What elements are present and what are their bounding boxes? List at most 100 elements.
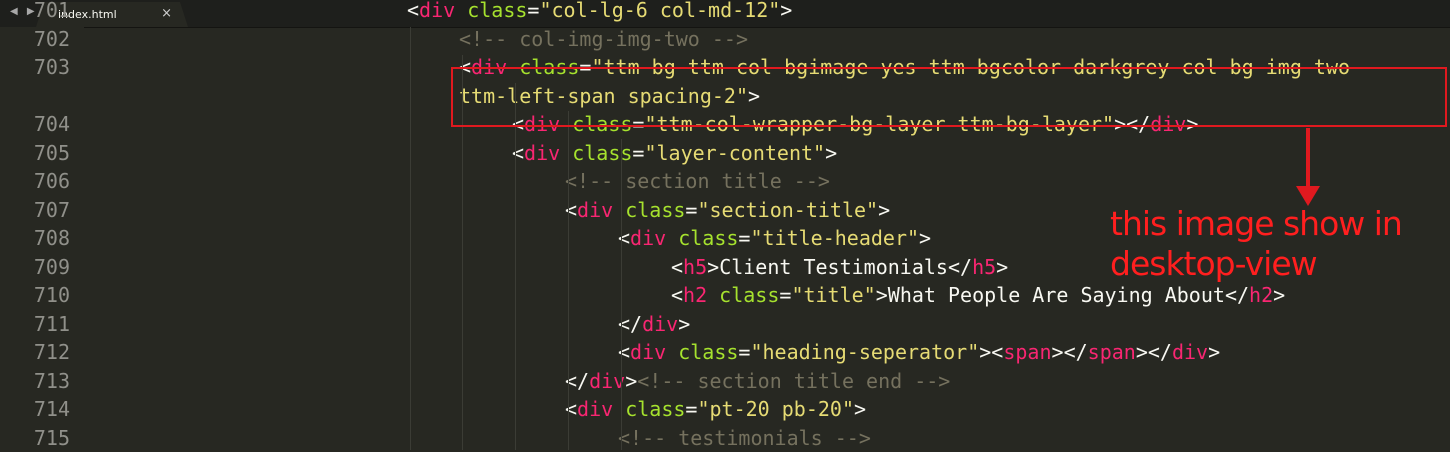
close-icon[interactable]: × (161, 6, 172, 21)
arrow-shaft (1306, 128, 1310, 190)
line-number: 707 (33, 197, 70, 222)
line-number: 702 (33, 26, 70, 51)
code-token: = (685, 197, 698, 222)
code-token: class (707, 283, 780, 307)
code-token: > (1208, 340, 1221, 364)
code-token: "pt-20 pb-20" (697, 397, 855, 421)
code-line: <h2 class="title">What People Are Saying… (671, 281, 1285, 309)
code-token: "section-title" (697, 197, 879, 222)
code-token: Client Testimonials (719, 254, 948, 279)
code-line: <div class="col-lg-6 col-md-12"> (407, 0, 792, 24)
code-token: "title-header" (750, 226, 920, 250)
code-line: <h5>Client Testimonials</h5> (671, 253, 1008, 281)
indent-guide (515, 83, 516, 450)
code-token: > (1135, 340, 1148, 364)
code-token: < (565, 197, 578, 222)
code-token: < (671, 254, 684, 279)
code-line: <div class="section-title"> (565, 196, 890, 224)
code-token: > (996, 254, 1009, 279)
code-token: h5 (683, 254, 708, 279)
code-token: </ (1224, 283, 1250, 307)
code-token: class (613, 197, 686, 222)
code-token: < (671, 283, 684, 307)
code-token: = (685, 397, 698, 421)
code-token: < (512, 140, 525, 165)
code-token: h5 (972, 254, 997, 279)
code-token: < (565, 397, 578, 421)
code-token: < (618, 340, 631, 364)
code-token: > (979, 340, 992, 364)
code-token: h2 (1249, 283, 1274, 307)
line-number: 708 (33, 226, 70, 250)
line-number: 710 (33, 283, 70, 307)
code-token: > (707, 254, 720, 279)
code-token: <!-- col-img-img-two --> (459, 26, 748, 51)
code-token: div (1171, 340, 1209, 364)
code-token: > (678, 311, 691, 336)
code-token: "heading-seperator" (750, 340, 980, 364)
code-token: class (666, 340, 739, 364)
code-token: div (642, 311, 679, 336)
code-token: > (1051, 340, 1064, 364)
line-number: 706 (33, 169, 70, 193)
code-line: </div> (618, 310, 690, 338)
code-token: span (1087, 340, 1136, 364)
code-token: > (1273, 283, 1286, 307)
annotation-line-2: desktop-view (1110, 244, 1318, 283)
code-token: <!-- section title --> (565, 169, 830, 193)
code-token: > (875, 283, 888, 307)
code-token: "layer-content" (644, 140, 826, 165)
code-token: class (455, 0, 528, 22)
line-number: 715 (33, 425, 70, 450)
code-token: div (630, 340, 667, 364)
line-number: 713 (33, 368, 70, 393)
code-token: > (625, 368, 638, 393)
annotation-text: this image show in desktop-view (1110, 204, 1450, 284)
code-token: </ (1063, 340, 1088, 364)
code-token: div (524, 140, 561, 165)
code-token: class (666, 226, 739, 250)
code-token: = (738, 226, 751, 250)
code-token: = (738, 340, 751, 364)
code-line: <div class="heading-seperator"><span></s… (618, 338, 1220, 366)
code-token: <!-- testimonials --> (618, 425, 871, 450)
line-number: 701 (33, 0, 70, 22)
code-token: < (991, 340, 1004, 364)
code-token: What People Are Saying About (887, 283, 1225, 307)
code-token: = (527, 0, 540, 22)
code-token: h2 (683, 283, 708, 307)
code-line: <div class="title-header"> (618, 224, 931, 252)
code-token: class (613, 397, 686, 421)
code-token: > (780, 0, 793, 22)
highlight-box (451, 67, 1447, 127)
code-token: div (630, 226, 667, 250)
code-token: span (1003, 340, 1052, 364)
line-number: 714 (33, 397, 70, 421)
code-token: > (825, 140, 838, 165)
line-number: 705 (33, 140, 70, 165)
indent-guide (568, 111, 569, 450)
arrow-down-icon (1296, 186, 1320, 206)
code-token: div (589, 368, 626, 393)
code-line: </div><!-- section title end --> (565, 367, 950, 395)
annotation-line-1: this image show in (1110, 204, 1403, 243)
line-number: 711 (33, 311, 70, 336)
line-number (20, 82, 70, 110)
code-token: < (407, 0, 420, 22)
code-token: div (577, 197, 614, 222)
indent-guide (410, 27, 411, 450)
code-token: div (419, 0, 456, 22)
code-token: <!-- section title end --> (637, 368, 951, 393)
line-number: 703 (33, 55, 70, 79)
code-token: div (577, 397, 614, 421)
line-number: 712 (33, 340, 70, 364)
code-token: > (919, 226, 932, 250)
code-line: <div class="pt-20 pb-20"> (565, 395, 866, 423)
code-token: </ (1147, 340, 1172, 364)
code-token: "col-lg-6 col-md-12" (539, 0, 781, 22)
code-line: <!-- testimonials --> (618, 424, 871, 452)
code-line: <!-- section title --> (565, 167, 830, 195)
line-number: 709 (33, 254, 70, 279)
code-line: <div class="layer-content"> (512, 139, 837, 167)
code-token: = (779, 283, 792, 307)
